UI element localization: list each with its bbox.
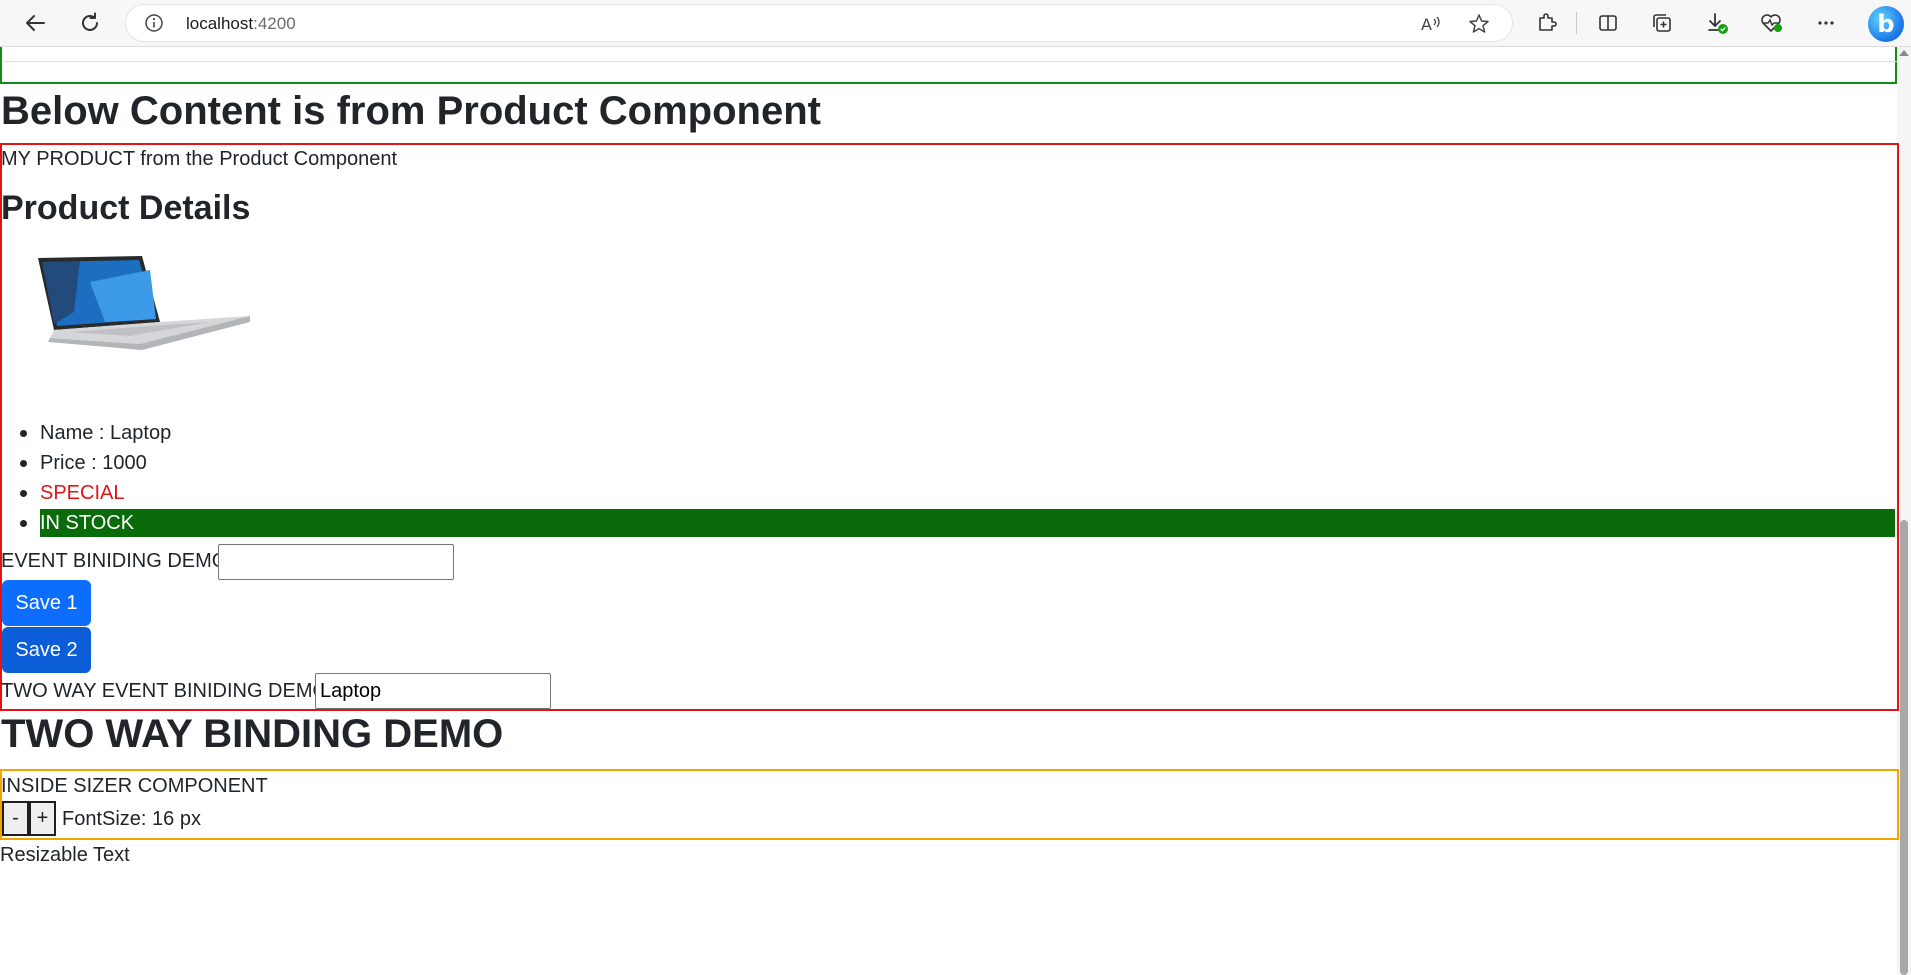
split-screen-button[interactable] [1590, 6, 1626, 40]
more-options-button[interactable] [1808, 6, 1844, 40]
read-aloud-icon[interactable]: A [1418, 11, 1444, 37]
downloads-button[interactable] [1699, 6, 1735, 40]
url-text[interactable]: localhost:4200 [186, 14, 296, 34]
address-bar[interactable]: localhost:4200 A [126, 5, 1512, 41]
two-way-event-binding-label: TWO WAY EVENT BINIDING DEMO [1, 680, 329, 702]
collections-icon [1653, 14, 1671, 32]
split-screen-icon [1599, 15, 1617, 31]
extensions-button[interactable] [1528, 6, 1564, 40]
product-section-heading: Below Content is from Product Component [1, 89, 821, 133]
event-binding-label: EVENT BINIDING DEMO [1, 550, 228, 572]
collections-button[interactable] [1644, 6, 1680, 40]
in-stock-item: IN STOCK [20, 509, 1895, 537]
scroll-up-arrow-icon[interactable] [1899, 50, 1909, 56]
product-price-item: Price : 1000 [20, 449, 147, 477]
favorite-star-icon[interactable] [1466, 11, 1492, 37]
two-way-event-binding-input[interactable]: Laptop [315, 673, 551, 709]
url-host: localhost [186, 14, 254, 33]
divider [4, 61, 1897, 62]
toolbar-separator [1576, 12, 1577, 34]
app-component-box [0, 47, 1897, 84]
more-dots-icon [1818, 21, 1834, 25]
sizer-component-box [0, 769, 1899, 840]
puzzle-icon [1539, 13, 1557, 31]
browser-essentials-button[interactable] [1753, 6, 1789, 40]
scrollbar-thumb[interactable] [1900, 520, 1908, 975]
resizable-text: Resizable Text [0, 844, 130, 866]
product-details-heading: Product Details [1, 189, 251, 227]
laptop-image [38, 256, 250, 350]
url-port: :4200 [253, 14, 296, 33]
my-product-text: MY PRODUCT from the Product Component [1, 148, 398, 170]
increase-font-button[interactable]: + [29, 801, 56, 836]
save1-button[interactable]: Save 1 [2, 580, 91, 626]
download-icon [1708, 13, 1728, 34]
svg-text:A: A [1421, 15, 1432, 34]
product-component-box [0, 143, 1899, 711]
event-binding-input[interactable] [218, 544, 454, 580]
heart-pulse-icon [1761, 14, 1782, 32]
browser-toolbar: localhost:4200 A b [0, 0, 1911, 47]
two-way-binding-heading: TWO WAY BINDING DEMO [1, 712, 504, 756]
back-button[interactable] [17, 6, 53, 40]
bing-copilot-icon[interactable]: b [1868, 6, 1904, 42]
sizer-title: INSIDE SIZER COMPONENT [1, 775, 268, 797]
site-info-icon[interactable] [144, 13, 164, 33]
refresh-button[interactable] [72, 6, 108, 40]
product-name-item: Name : Laptop [19, 419, 171, 447]
decrease-font-button[interactable]: - [2, 801, 29, 836]
font-size-readout: FontSize: 16 px [62, 808, 201, 830]
refresh-icon [82, 12, 98, 31]
special-item: SPECIAL [19, 479, 124, 507]
save2-button[interactable]: Save 2 [2, 627, 91, 673]
back-arrow-icon [26, 15, 45, 31]
